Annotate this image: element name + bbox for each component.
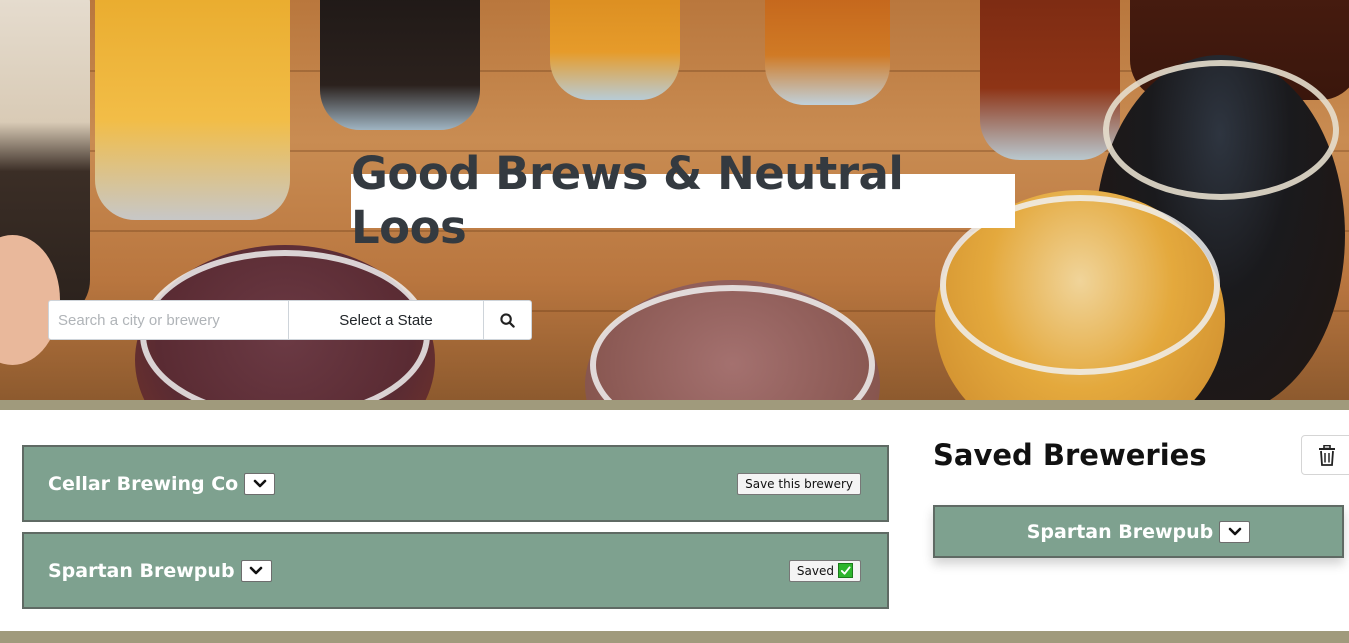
- state-select-label: Select a State: [339, 311, 433, 329]
- expand-button[interactable]: [240, 559, 272, 582]
- glass-rim: [590, 285, 875, 400]
- divider-band: [0, 400, 1349, 410]
- check-icon: [838, 563, 853, 578]
- brewery-card: Cellar Brewing Co Save this brewery: [22, 445, 889, 522]
- porter-glass-image: [320, 0, 480, 130]
- expand-button[interactable]: [1219, 520, 1251, 543]
- trash-icon: [1319, 444, 1335, 466]
- hero-banner: Good Brews & Neutral Loos Select a State: [0, 0, 1349, 400]
- save-brewery-button[interactable]: Save this brewery: [737, 472, 861, 495]
- site-title: Good Brews & Neutral Loos: [351, 147, 904, 254]
- saved-button[interactable]: Saved: [788, 559, 861, 582]
- footer-band: [0, 631, 1349, 643]
- search-icon: [500, 312, 515, 328]
- expand-button[interactable]: [244, 472, 276, 495]
- search-input[interactable]: [48, 300, 288, 340]
- amber-glass-image: [550, 0, 680, 100]
- site-title-box: Good Brews & Neutral Loos: [351, 147, 1015, 254]
- brewery-name: Cellar Brewing Co: [48, 472, 239, 495]
- brewery-card: Spartan Brewpub Saved: [22, 532, 889, 609]
- clear-saved-button[interactable]: [1301, 435, 1349, 475]
- saved-breweries-title: Saved Breweries: [933, 438, 1207, 472]
- search-bar: Select a State: [48, 300, 532, 340]
- search-button[interactable]: [484, 300, 532, 340]
- saved-button-label: Saved: [796, 563, 834, 578]
- chevron-down-icon: [253, 479, 267, 487]
- red-ale-glass-image: [765, 0, 890, 105]
- state-select[interactable]: Select a State: [288, 300, 484, 340]
- saved-brewery-name: Spartan Brewpub: [1026, 520, 1214, 543]
- save-button-label: Save this brewery: [745, 476, 853, 491]
- saved-brewery-card: Spartan Brewpub: [933, 505, 1344, 558]
- brewery-name: Spartan Brewpub: [48, 559, 235, 582]
- chevron-down-icon: [1228, 527, 1242, 535]
- glass-rim: [1103, 60, 1339, 200]
- brown-ale-glass-image: [980, 0, 1120, 160]
- chevron-down-icon: [249, 566, 263, 574]
- lager-glass-image: [95, 0, 290, 220]
